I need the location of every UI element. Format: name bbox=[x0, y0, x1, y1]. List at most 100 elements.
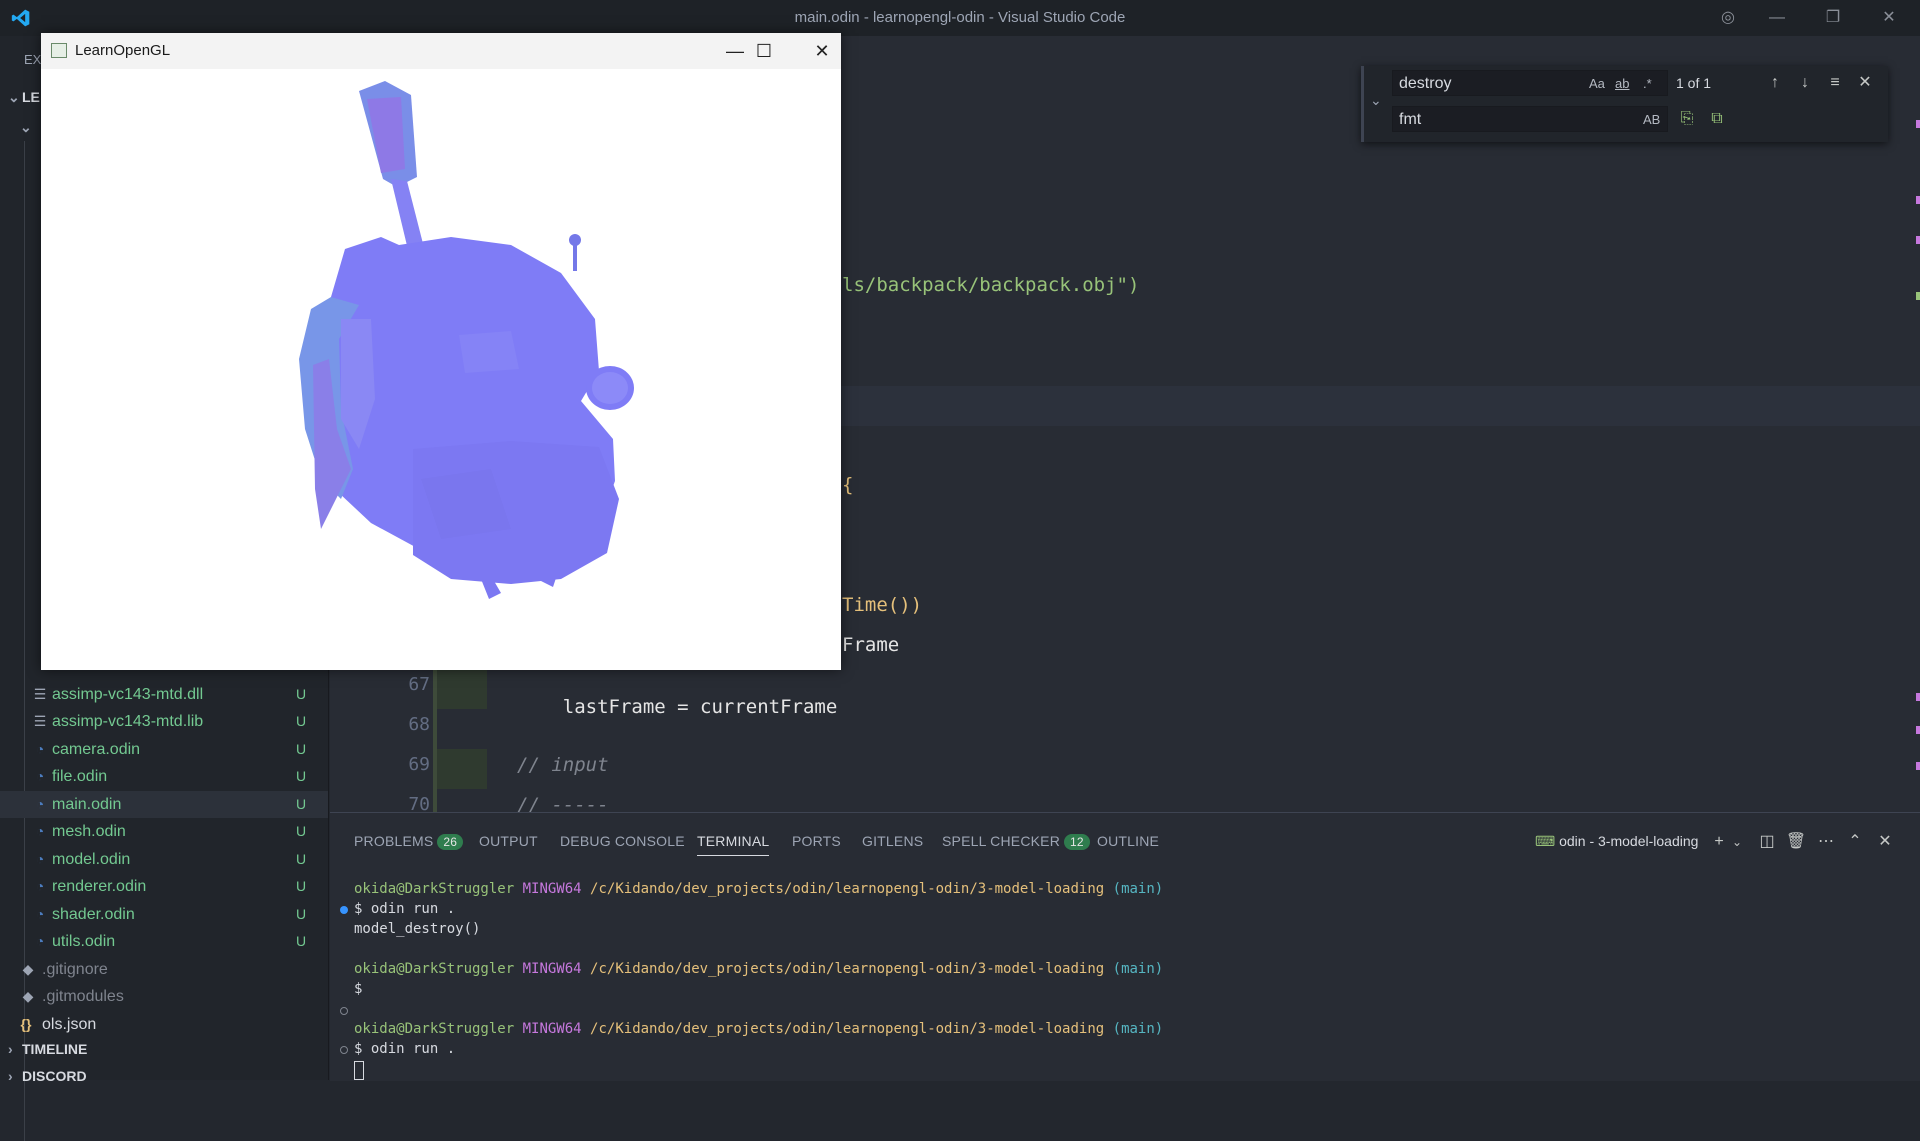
tab-gitlens[interactable]: GITLENS bbox=[862, 833, 923, 849]
preserve-case-toggle[interactable]: AB bbox=[1643, 107, 1660, 133]
code-line: lastFrame = currentFrame bbox=[562, 696, 838, 718]
file-file-odin[interactable]: ◔ file.odin U bbox=[0, 763, 328, 790]
file-renderer-odin[interactable]: ◔ renderer.odin U bbox=[0, 873, 328, 900]
code-fragment-frame: Frame bbox=[842, 634, 900, 656]
file-assimp-lib[interactable]: ☰ assimp-vc143-mtd.lib U bbox=[0, 708, 328, 735]
folder-toggle[interactable]: ⌄ bbox=[20, 114, 34, 140]
match-count: 1 of 1 bbox=[1676, 75, 1712, 91]
match-case-toggle[interactable]: Aa bbox=[1589, 71, 1605, 97]
file-assimp-dll[interactable]: ☰ assimp-vc143-mtd.dll U bbox=[0, 681, 328, 708]
backpack-model bbox=[299, 81, 634, 599]
terminal-command: $ odin run . bbox=[354, 1041, 456, 1057]
timeline-section-header[interactable]: › TIMELINE bbox=[8, 1036, 87, 1062]
whole-word-toggle[interactable]: ab bbox=[1615, 71, 1629, 97]
app-icon bbox=[51, 43, 67, 58]
json-icon: {} bbox=[20, 1016, 32, 1032]
minimap-marker bbox=[1916, 762, 1920, 770]
replace-input[interactable]: fmt AB bbox=[1392, 106, 1668, 132]
copilot-icon[interactable]: ◎ bbox=[1716, 6, 1740, 30]
trash-icon[interactable]: 🗑 bbox=[1785, 831, 1807, 853]
replace-one-icon[interactable]: ⎘ bbox=[1676, 108, 1698, 130]
gl-maximize-button[interactable]: ☐ bbox=[751, 39, 777, 63]
terminal-prompt: okida@DarkStruggler MINGW64 /c/Kidando/d… bbox=[354, 881, 1164, 897]
workspace-section-header[interactable]: ⌄ LE bbox=[8, 84, 40, 110]
close-window-button[interactable]: ✕ bbox=[1877, 6, 1901, 30]
explorer-title: EX bbox=[24, 52, 42, 67]
minimap-marker bbox=[1916, 693, 1920, 701]
diff-band bbox=[437, 669, 487, 709]
learnopengl-window[interactable]: LearnOpenGL — ☐ ✕ bbox=[41, 33, 841, 670]
file-ols-json[interactable]: {} ols.json bbox=[0, 1011, 328, 1038]
close-panel-icon[interactable]: ✕ bbox=[1874, 831, 1896, 853]
command-decoration[interactable] bbox=[340, 1007, 348, 1015]
minimap-marker bbox=[1916, 292, 1920, 300]
next-match-button[interactable]: ↓ bbox=[1794, 72, 1816, 94]
gl-render-canvas[interactable] bbox=[41, 69, 841, 670]
file-mesh-odin[interactable]: ◔ mesh.odin U bbox=[0, 818, 328, 845]
file-main-odin[interactable]: ◔ main.odin U bbox=[0, 791, 328, 818]
file-gitmodules[interactable]: ◆ .gitmodules bbox=[0, 983, 328, 1010]
file-utils-odin[interactable]: ◔ utils.odin U bbox=[0, 928, 328, 955]
tab-output[interactable]: OUTPUT bbox=[479, 833, 538, 849]
file-shader-odin[interactable]: ◔ shader.odin U bbox=[0, 901, 328, 928]
terminal-prompt: okida@DarkStruggler MINGW64 /c/Kidando/d… bbox=[354, 961, 1164, 977]
file-model-odin[interactable]: ◔ model.odin U bbox=[0, 846, 328, 873]
tab-debug-console[interactable]: DEBUG CONSOLE bbox=[560, 833, 685, 849]
close-find-button[interactable]: ✕ bbox=[1854, 72, 1876, 94]
terminal-prompt: okida@DarkStruggler MINGW64 /c/Kidando/d… bbox=[354, 1021, 1164, 1037]
spell-checker-badge: 12 bbox=[1064, 834, 1090, 850]
file-gitignore[interactable]: ◆ .gitignore bbox=[0, 956, 328, 983]
chevron-down-icon: ⌄ bbox=[8, 89, 20, 105]
tab-terminal[interactable]: TERMINAL bbox=[697, 833, 770, 856]
line-number: 68 bbox=[408, 714, 430, 735]
odin-icon: ◔ bbox=[35, 851, 45, 867]
title-bar: main.odin - learnopengl-odin - Visual St… bbox=[0, 0, 1920, 36]
tab-outline[interactable]: OUTLINE bbox=[1097, 833, 1159, 849]
git-icon: ◆ bbox=[22, 988, 34, 1004]
tab-spell-checker[interactable]: SPELL CHECKER 12 bbox=[942, 833, 1090, 850]
more-actions-icon[interactable]: ⋯ bbox=[1815, 831, 1837, 853]
file-camera-odin[interactable]: ◔ camera.odin U bbox=[0, 736, 328, 763]
find-input[interactable]: destroy Aa ab .* bbox=[1392, 70, 1668, 96]
terminal-selector[interactable]: ⌨ odin - 3-model-loading bbox=[1535, 833, 1698, 850]
gl-minimize-button[interactable]: — bbox=[722, 39, 748, 63]
minimize-button[interactable]: — bbox=[1765, 6, 1789, 30]
command-success-decoration[interactable] bbox=[340, 906, 348, 914]
code-fragment-brace: { bbox=[842, 474, 854, 496]
chevron-down-icon[interactable]: ⌄ bbox=[1726, 831, 1748, 853]
line-number: 67 bbox=[408, 674, 430, 695]
replace-all-icon[interactable]: ⧉ bbox=[1706, 108, 1728, 130]
bottom-panel: PROBLEMS 26 OUTPUT DEBUG CONSOLE TERMINAL… bbox=[330, 812, 1920, 1081]
tab-ports[interactable]: PORTS bbox=[792, 833, 841, 849]
previous-match-button[interactable]: ↑ bbox=[1764, 72, 1786, 94]
command-decoration[interactable] bbox=[340, 1046, 348, 1054]
terminal-icon: ⌨ bbox=[1535, 833, 1556, 849]
minimap-marker bbox=[1916, 196, 1920, 204]
restore-button[interactable]: ❐ bbox=[1821, 6, 1845, 30]
line-number: 69 bbox=[408, 754, 430, 775]
discord-section-header[interactable]: › DISCORD bbox=[8, 1063, 87, 1089]
problems-badge: 26 bbox=[437, 834, 464, 850]
gl-close-button[interactable]: ✕ bbox=[809, 39, 835, 63]
chevron-right-icon: › bbox=[8, 1068, 13, 1084]
terminal-output-line: model_destroy() bbox=[354, 921, 481, 937]
odin-icon: ◔ bbox=[35, 933, 45, 949]
gl-title-bar[interactable]: LearnOpenGL — ☐ ✕ bbox=[41, 33, 841, 69]
find-in-selection-button[interactable]: ≡ bbox=[1824, 72, 1846, 94]
chevron-right-icon: › bbox=[8, 1041, 13, 1057]
code-fragment-time: Time()) bbox=[842, 594, 923, 616]
regex-toggle[interactable]: .* bbox=[1643, 71, 1652, 97]
code-line: // input bbox=[517, 754, 609, 776]
toggle-replace-icon[interactable]: ⌄ bbox=[1370, 92, 1382, 109]
diff-band bbox=[437, 749, 487, 789]
maximize-panel-icon[interactable]: ⌃ bbox=[1844, 831, 1866, 853]
chevron-down-icon: ⌄ bbox=[20, 119, 32, 135]
tab-problems[interactable]: PROBLEMS 26 bbox=[354, 833, 464, 850]
terminal-command: $ bbox=[354, 981, 363, 997]
gl-window-title: LearnOpenGL bbox=[75, 42, 171, 59]
minimap-marker bbox=[1916, 120, 1920, 128]
split-terminal-icon[interactable]: ◫ bbox=[1756, 831, 1778, 853]
file-lines-icon: ☰ bbox=[33, 713, 47, 729]
minimap-marker bbox=[1916, 236, 1920, 244]
window-title: main.odin - learnopengl-odin - Visual St… bbox=[794, 9, 1126, 26]
